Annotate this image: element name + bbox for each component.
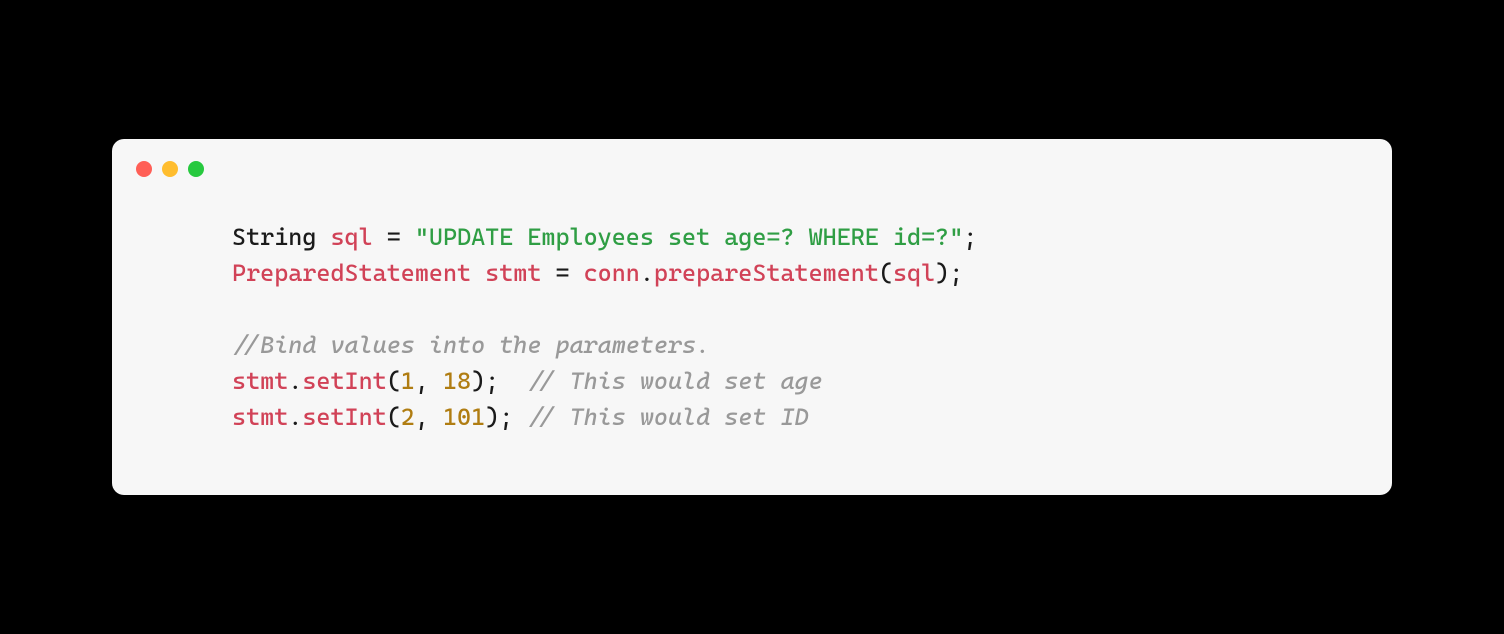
- comma: ,: [415, 403, 443, 431]
- dot: .: [640, 259, 654, 287]
- code-window: String sql = "UPDATE Employees set age=?…: [112, 139, 1392, 495]
- method-call: setInt: [302, 367, 386, 395]
- code-line: String sql = "UPDATE Employees set age=?…: [232, 223, 977, 251]
- semicolon: ;: [485, 367, 499, 395]
- paren-close: ): [471, 367, 485, 395]
- window-titlebar: [112, 139, 1392, 177]
- number-literal: 18: [443, 367, 471, 395]
- paren-open: (: [879, 259, 893, 287]
- dot: .: [288, 403, 302, 431]
- maximize-icon[interactable]: [188, 161, 204, 177]
- comment: //Bind values into the parameters.: [232, 331, 710, 359]
- minimize-icon[interactable]: [162, 161, 178, 177]
- method-call: setInt: [302, 403, 386, 431]
- comma: ,: [415, 367, 443, 395]
- code-content: String sql = "UPDATE Employees set age=?…: [112, 177, 1392, 435]
- variable: stmt: [485, 259, 541, 287]
- paren-close: ): [485, 403, 499, 431]
- number-literal: 1: [401, 367, 415, 395]
- dot: .: [288, 367, 302, 395]
- argument: sql: [893, 259, 935, 287]
- semicolon: ;: [963, 223, 977, 251]
- code-line: //Bind values into the parameters.: [232, 331, 710, 359]
- comment: // This would set ID: [527, 403, 808, 431]
- code-line: PreparedStatement stmt = conn.prepareSta…: [232, 259, 963, 287]
- object-ref: stmt: [232, 367, 288, 395]
- number-literal: 101: [443, 403, 485, 431]
- operator: =: [541, 259, 583, 287]
- operator: =: [373, 223, 415, 251]
- object-ref: stmt: [232, 403, 288, 431]
- paren-open: (: [387, 403, 401, 431]
- object-ref: conn: [584, 259, 640, 287]
- keyword-type: String: [232, 223, 316, 251]
- variable: sql: [330, 223, 372, 251]
- paren-open: (: [387, 367, 401, 395]
- method-call: prepareStatement: [654, 259, 879, 287]
- semicolon: ;: [949, 259, 963, 287]
- paren-close: ): [935, 259, 949, 287]
- string-literal: "UPDATE Employees set age=? WHERE id=?": [415, 223, 963, 251]
- comment: // This would set age: [527, 367, 822, 395]
- close-icon[interactable]: [136, 161, 152, 177]
- semicolon: ;: [499, 403, 513, 431]
- number-literal: 2: [401, 403, 415, 431]
- code-line: stmt.setInt(1, 18); // This would set ag…: [232, 367, 823, 395]
- class-name: PreparedStatement: [232, 259, 471, 287]
- code-line: stmt.setInt(2, 101); // This would set I…: [232, 403, 809, 431]
